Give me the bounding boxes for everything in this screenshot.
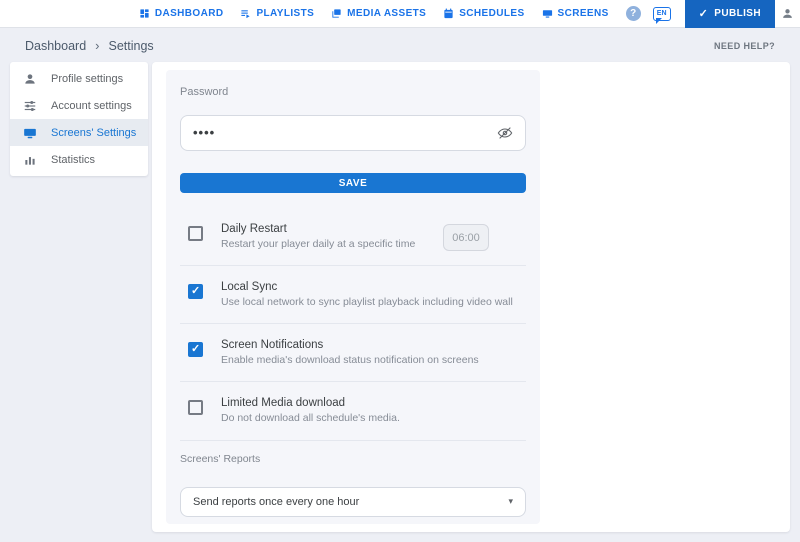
sidebar-item-screens-settings[interactable]: Screens' Settings: [10, 119, 148, 146]
toggle-description: Enable media's download status notificat…: [221, 354, 526, 367]
toggle-title: Screen Notifications: [221, 339, 526, 351]
sidebar-item-label: Account settings: [51, 100, 132, 112]
save-button[interactable]: SAVE: [180, 173, 526, 193]
toggle-description: Do not download all schedule's media.: [221, 412, 526, 425]
sidebar-item-label: Statistics: [51, 154, 95, 166]
screen-icon: [23, 126, 37, 140]
nav-schedules[interactable]: SCHEDULES: [443, 8, 524, 19]
help-icon[interactable]: ?: [626, 6, 641, 21]
sidebar-item-statistics[interactable]: Statistics: [10, 146, 148, 173]
daily-restart-checkbox[interactable]: [188, 226, 203, 241]
settings-sidebar: Profile settings Account settings Screen…: [10, 62, 148, 176]
toggle-text: Daily Restart Restart your player daily …: [221, 223, 441, 251]
toggle-text: Limited Media download Do not download a…: [221, 397, 526, 425]
reports-frequency-value: Send reports once every one hour: [193, 496, 359, 508]
nav-media-assets-label: MEDIA ASSETS: [347, 8, 426, 19]
toggle-text: Local Sync Use local network to sync pla…: [221, 281, 526, 309]
toggle-description: Restart your player daily at a specific …: [221, 238, 441, 251]
language-icon[interactable]: EN: [653, 7, 671, 21]
sidebar-item-label: Profile settings: [51, 73, 123, 85]
app-window: DASHBOARD PLAYLISTS MEDIA ASSETS SCHEDUL…: [0, 0, 800, 542]
nav-playlists-label: PLAYLISTS: [256, 8, 314, 19]
password-input[interactable]: ••••: [180, 115, 526, 151]
daily-restart-time-input[interactable]: 06:00: [443, 224, 489, 251]
screen-icon: [542, 8, 553, 19]
nav-dashboard-label: DASHBOARD: [155, 8, 224, 19]
toggle-description: Use local network to sync playlist playb…: [221, 296, 526, 309]
nav-media-assets[interactable]: MEDIA ASSETS: [331, 8, 426, 19]
limited-media-download-checkbox[interactable]: [188, 400, 203, 415]
publish-button[interactable]: ✓ PUBLISH: [685, 0, 775, 28]
dashboard-icon: [139, 8, 150, 19]
sidebar-item-profile-settings[interactable]: Profile settings: [10, 65, 148, 92]
nav-screens-label: SCREENS: [558, 8, 609, 19]
chevron-down-icon: ▾: [508, 496, 513, 507]
user-avatar[interactable]: [775, 7, 800, 20]
toggle-row-limited-media-download: Limited Media download Do not download a…: [180, 381, 526, 439]
toggle-row-local-sync: Local Sync Use local network to sync pla…: [180, 265, 526, 323]
chevron-right-icon: ›: [95, 38, 99, 53]
toggle-row-screen-notifications: Screen Notifications Enable media's down…: [180, 323, 526, 381]
tune-icon: [23, 99, 37, 113]
media-icon: [331, 8, 342, 19]
password-masked-value: ••••: [193, 115, 215, 151]
screens-settings-form: Password •••• SAVE Daily Restart Restart…: [166, 70, 540, 524]
need-help-link[interactable]: NEED HELP?: [714, 41, 775, 51]
playlist-icon: [240, 8, 251, 19]
bar-chart-icon: [23, 153, 37, 167]
nav-playlists[interactable]: PLAYLISTS: [240, 8, 314, 19]
toggle-row-daily-restart: Daily Restart Restart your player daily …: [180, 208, 526, 265]
visibility-off-icon[interactable]: [497, 125, 513, 141]
toggle-title: Limited Media download: [221, 397, 526, 409]
toggle-text: Screen Notifications Enable media's down…: [221, 339, 526, 367]
breadcrumb-bar: Dashboard › Settings NEED HELP?: [0, 29, 800, 62]
local-sync-checkbox[interactable]: [188, 284, 203, 299]
screens-reports-label: Screens' Reports: [180, 440, 526, 465]
top-navigation-bar: DASHBOARD PLAYLISTS MEDIA ASSETS SCHEDUL…: [0, 0, 800, 28]
nav-screens[interactable]: SCREENS: [542, 8, 609, 19]
check-icon: ✓: [699, 7, 709, 20]
toggle-title: Daily Restart: [221, 223, 441, 235]
sidebar-item-label: Screens' Settings: [51, 127, 136, 139]
reports-frequency-select[interactable]: Send reports once every one hour ▾: [180, 487, 526, 517]
screen-notifications-checkbox[interactable]: [188, 342, 203, 357]
toggle-title: Local Sync: [221, 281, 526, 293]
nav-schedules-label: SCHEDULES: [459, 8, 524, 19]
person-icon: [781, 7, 794, 20]
breadcrumb-settings[interactable]: Settings: [109, 39, 154, 53]
nav-dashboard[interactable]: DASHBOARD: [139, 8, 224, 19]
password-label: Password: [180, 70, 526, 98]
settings-panel: Password •••• SAVE Daily Restart Restart…: [152, 62, 790, 532]
person-icon: [23, 72, 37, 86]
calendar-icon: [443, 8, 454, 19]
breadcrumb-dashboard[interactable]: Dashboard: [25, 39, 86, 53]
publish-button-label: PUBLISH: [714, 8, 761, 19]
breadcrumb: Dashboard › Settings: [25, 38, 154, 53]
sidebar-item-account-settings[interactable]: Account settings: [10, 92, 148, 119]
